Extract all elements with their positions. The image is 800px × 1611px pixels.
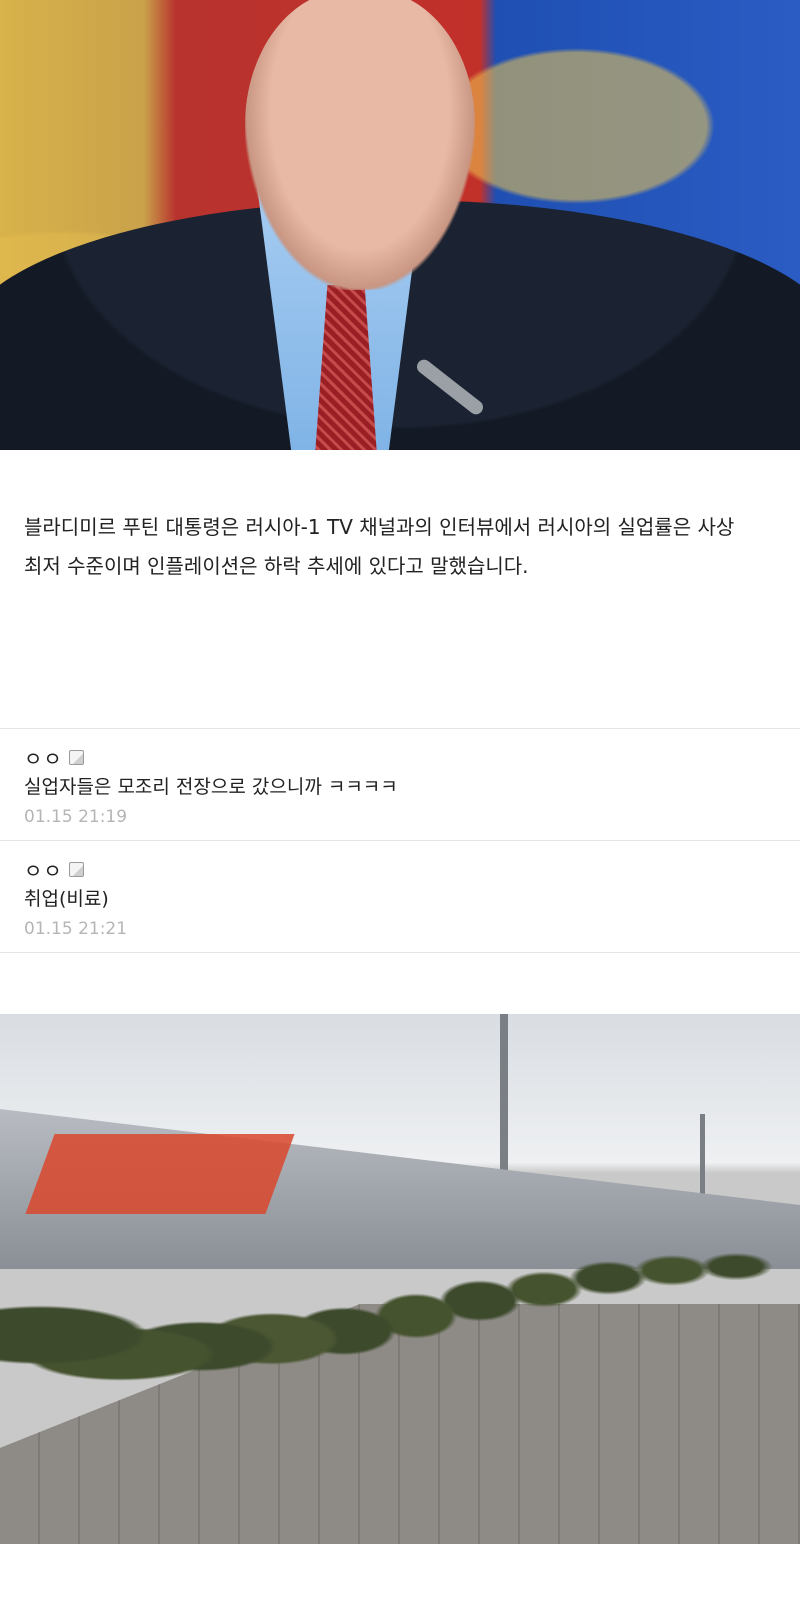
post-text: 블라디미르 푸틴 대통령은 러시아-1 TV 채널과의 인터뷰에서 러시아의 실… (24, 515, 735, 578)
comment-item: ㅇㅇ 취업(비료) 01.15 21:21 (0, 841, 800, 953)
comment-author-row: ㅇㅇ (24, 743, 776, 771)
comment-author[interactable]: ㅇㅇ (24, 743, 63, 772)
top-photo (0, 0, 800, 450)
comment-item: ㅇㅇ 실업자들은 모조리 전장으로 갔으니까 ㅋㅋㅋㅋ 01.15 21:19 (0, 729, 800, 841)
memo-icon (68, 861, 84, 877)
comment-author[interactable]: ㅇㅇ (24, 855, 63, 884)
comment-date: 01.15 21:19 (24, 807, 128, 827)
comment-list: ㅇㅇ 실업자들은 모조리 전장으로 갔으니까 ㅋㅋㅋㅋ 01.15 21:19 … (0, 728, 800, 953)
comment-text: 취업(비료) (24, 888, 109, 910)
catenary-pole (500, 1014, 508, 1174)
comment-text: 실업자들은 모조리 전장으로 갔으니까 ㅋㅋㅋㅋ (24, 776, 398, 798)
comment-author-row: ㅇㅇ (24, 855, 776, 883)
soldiers-shape (0, 1164, 800, 1544)
head-shape (245, 0, 475, 290)
post-body: 블라디미르 푸틴 대통령은 러시아-1 TV 채널과의 인터뷰에서 러시아의 실… (0, 450, 800, 728)
bottom-photo (0, 1014, 800, 1544)
memo-icon (68, 749, 84, 765)
comment-date: 01.15 21:21 (24, 919, 128, 939)
